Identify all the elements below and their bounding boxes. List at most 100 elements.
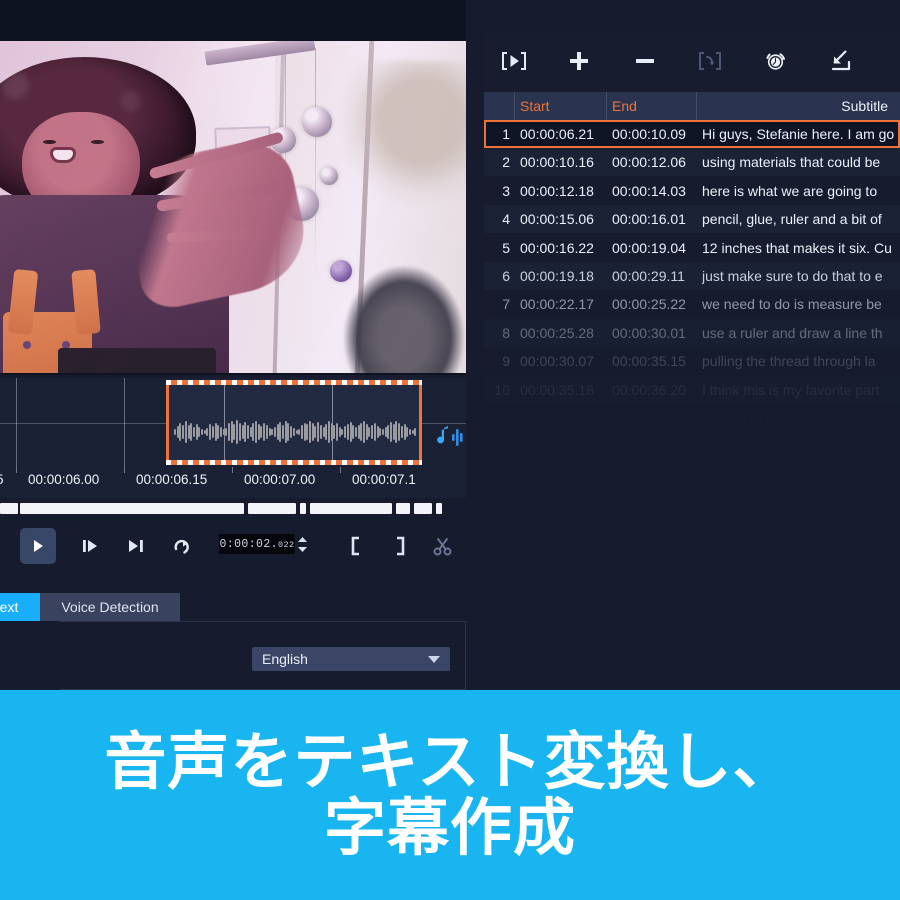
timecode-stepper[interactable] bbox=[298, 537, 307, 552]
row-end[interactable]: 00:00:39.29 bbox=[612, 410, 686, 426]
row-end[interactable]: 00:00:46.11 bbox=[612, 467, 685, 483]
table-row[interactable]: 100:00:06.2100:00:10.09Hi guys, Stefanie… bbox=[484, 120, 900, 148]
scissors-cut-button[interactable] bbox=[424, 528, 460, 564]
table-row[interactable]: 1100:00:36.2000:00:39.29and we're done l… bbox=[484, 404, 900, 432]
row-subtitle[interactable]: here is what we are going to bbox=[702, 183, 900, 199]
tab-voice-detection[interactable]: Voice Detection bbox=[40, 593, 180, 621]
video-preview-panel[interactable] bbox=[0, 0, 466, 375]
row-end[interactable]: 00:00:25.22 bbox=[612, 296, 686, 312]
header-start[interactable]: Start bbox=[520, 92, 550, 120]
row-start[interactable]: 00:00:22.17 bbox=[520, 296, 594, 312]
row-end[interactable]: 00:00:10.09 bbox=[612, 126, 686, 142]
row-start[interactable]: 00:00:36.20 bbox=[520, 410, 594, 426]
row-subtitle[interactable]: and we're done let's move on bbox=[702, 410, 900, 426]
subtitle-table-body[interactable]: 100:00:06.2100:00:10.09Hi guys, Stefanie… bbox=[484, 120, 900, 532]
row-start[interactable]: 00:00:12.18 bbox=[520, 183, 594, 199]
table-row[interactable]: 400:00:15.0600:00:16.01pencil, glue, rul… bbox=[484, 205, 900, 233]
row-start[interactable]: 00:00:35.18 bbox=[520, 382, 594, 398]
row-start[interactable]: 00:00:40.07 bbox=[520, 438, 594, 454]
header-end[interactable]: End bbox=[612, 92, 637, 120]
scrubber-segment[interactable] bbox=[140, 503, 244, 514]
waveform-bar bbox=[198, 427, 200, 436]
row-subtitle[interactable]: pencil, glue, ruler and a bit of bbox=[702, 211, 900, 227]
timeline-scrubber[interactable] bbox=[0, 503, 466, 514]
play-button[interactable] bbox=[20, 528, 56, 564]
promo-banner: 音声をテキスト変換し、 字幕作成 bbox=[0, 690, 900, 900]
scrubber-segment[interactable] bbox=[0, 503, 18, 514]
waveform-bar bbox=[320, 425, 322, 440]
row-subtitle[interactable]: using materials that could be bbox=[702, 154, 900, 170]
step-forward-button[interactable] bbox=[72, 528, 108, 564]
loop-button[interactable] bbox=[163, 528, 199, 564]
mark-out-button[interactable] bbox=[382, 528, 418, 564]
scrubber-segment[interactable] bbox=[112, 503, 138, 514]
row-subtitle[interactable]: pulling the thread through la bbox=[702, 353, 900, 369]
scrubber-segment[interactable] bbox=[436, 503, 442, 514]
row-start[interactable]: 00:00:25.28 bbox=[520, 325, 594, 341]
row-start[interactable]: 00:00:16.22 bbox=[520, 240, 594, 256]
timeline-panel[interactable]: 5 00:00:06.00 00:00:06.15 00:00:07.00 00… bbox=[0, 378, 466, 498]
merge-subtitle-icon[interactable] bbox=[693, 44, 727, 78]
play-selected-icon[interactable] bbox=[497, 44, 531, 78]
table-row[interactable]: 300:00:12.1800:00:14.03here is what we a… bbox=[484, 177, 900, 205]
timeline-tracks[interactable] bbox=[0, 378, 466, 467]
tab-label: ext bbox=[0, 599, 18, 615]
scrubber-segment[interactable] bbox=[248, 503, 296, 514]
row-subtitle[interactable]: Hi guys, Stefanie here. I am go bbox=[702, 126, 900, 142]
timing-clock-icon[interactable] bbox=[759, 44, 793, 78]
row-subtitle[interactable]: we need to do is measure be bbox=[702, 296, 900, 312]
remove-subtitle-icon[interactable] bbox=[628, 44, 662, 78]
table-row[interactable]: 500:00:16.2200:00:19.0412 inches that ma… bbox=[484, 234, 900, 262]
row-subtitle[interactable]: I think this is my favorite part bbox=[702, 382, 900, 398]
row-subtitle[interactable]: i cut four pieces the same sid bbox=[702, 438, 900, 454]
row-subtitle[interactable]: after that you want to press t bbox=[702, 467, 900, 483]
row-end[interactable]: 00:00:14.03 bbox=[612, 183, 686, 199]
table-row[interactable]: 700:00:22.1700:00:25.22we need to do is … bbox=[484, 290, 900, 318]
table-row[interactable]: 800:00:25.2800:00:30.01use a ruler and d… bbox=[484, 319, 900, 347]
scrubber-segment[interactable] bbox=[414, 503, 432, 514]
row-end[interactable]: 00:00:12.06 bbox=[612, 154, 686, 170]
banner-line-1: 音声をテキスト変換し、 bbox=[104, 729, 795, 795]
row-subtitle[interactable]: 12 inches that makes it six. Cu bbox=[702, 240, 900, 256]
row-end[interactable]: 00:00:19.04 bbox=[612, 240, 686, 256]
timecode-ruler[interactable]: 5 00:00:06.00 00:00:06.15 00:00:07.00 00… bbox=[0, 467, 466, 498]
row-start[interactable]: 00:00:10.16 bbox=[520, 154, 594, 170]
waveform-bar bbox=[377, 426, 379, 438]
add-subtitle-icon[interactable] bbox=[562, 44, 596, 78]
row-end[interactable]: 00:00:36.20 bbox=[612, 382, 686, 398]
waveform-bar bbox=[301, 425, 303, 439]
table-row[interactable]: 200:00:10.1600:00:12.06using materials t… bbox=[484, 148, 900, 176]
scrubber-segment[interactable] bbox=[310, 503, 392, 514]
timecode-field[interactable]: 0:00:02.022 bbox=[219, 534, 295, 554]
import-subtitle-icon[interactable] bbox=[824, 44, 858, 78]
table-row[interactable]: 900:00:30.0700:00:35.15pulling the threa… bbox=[484, 347, 900, 375]
waveform-bar bbox=[366, 424, 368, 440]
tab-speech-to-text[interactable]: ext bbox=[0, 593, 40, 621]
mark-in-button[interactable] bbox=[338, 528, 374, 564]
waveform-bar bbox=[344, 426, 346, 438]
row-subtitle[interactable]: use a ruler and draw a line th bbox=[702, 325, 900, 341]
next-frame-button[interactable] bbox=[118, 528, 154, 564]
row-start[interactable]: 00:00:30.07 bbox=[520, 353, 594, 369]
language-select[interactable]: English bbox=[252, 647, 450, 671]
scrubber-segment[interactable] bbox=[300, 503, 306, 514]
row-start[interactable]: 00:00:43.26 bbox=[520, 467, 594, 483]
scrubber-segment[interactable] bbox=[396, 503, 410, 514]
table-row[interactable]: 1000:00:35.1800:00:36.20I think this is … bbox=[484, 376, 900, 404]
row-start[interactable]: 00:00:19.18 bbox=[520, 268, 594, 284]
waveform-bar bbox=[290, 426, 292, 438]
row-end[interactable]: 00:00:16.01 bbox=[612, 211, 686, 227]
row-start[interactable]: 00:00:15.06 bbox=[520, 211, 594, 227]
row-subtitle[interactable]: just make sure to do that to e bbox=[702, 268, 900, 284]
row-end[interactable]: 00:00:30.01 bbox=[612, 325, 686, 341]
row-end[interactable]: 00:00:43.22 bbox=[612, 438, 686, 454]
row-end[interactable]: 00:00:29.11 bbox=[612, 268, 685, 284]
header-subtitle[interactable]: Subtitle bbox=[841, 92, 888, 120]
row-end[interactable]: 00:00:35.15 bbox=[612, 353, 686, 369]
row-start[interactable]: 00:00:06.21 bbox=[520, 126, 594, 142]
table-row[interactable]: 600:00:19.1800:00:29.11just make sure to… bbox=[484, 262, 900, 290]
audio-clip-selected[interactable] bbox=[166, 380, 422, 465]
scrubber-segment[interactable] bbox=[104, 503, 110, 514]
music-note-waveform-icon[interactable] bbox=[432, 420, 468, 454]
waveform-bar bbox=[374, 423, 376, 442]
